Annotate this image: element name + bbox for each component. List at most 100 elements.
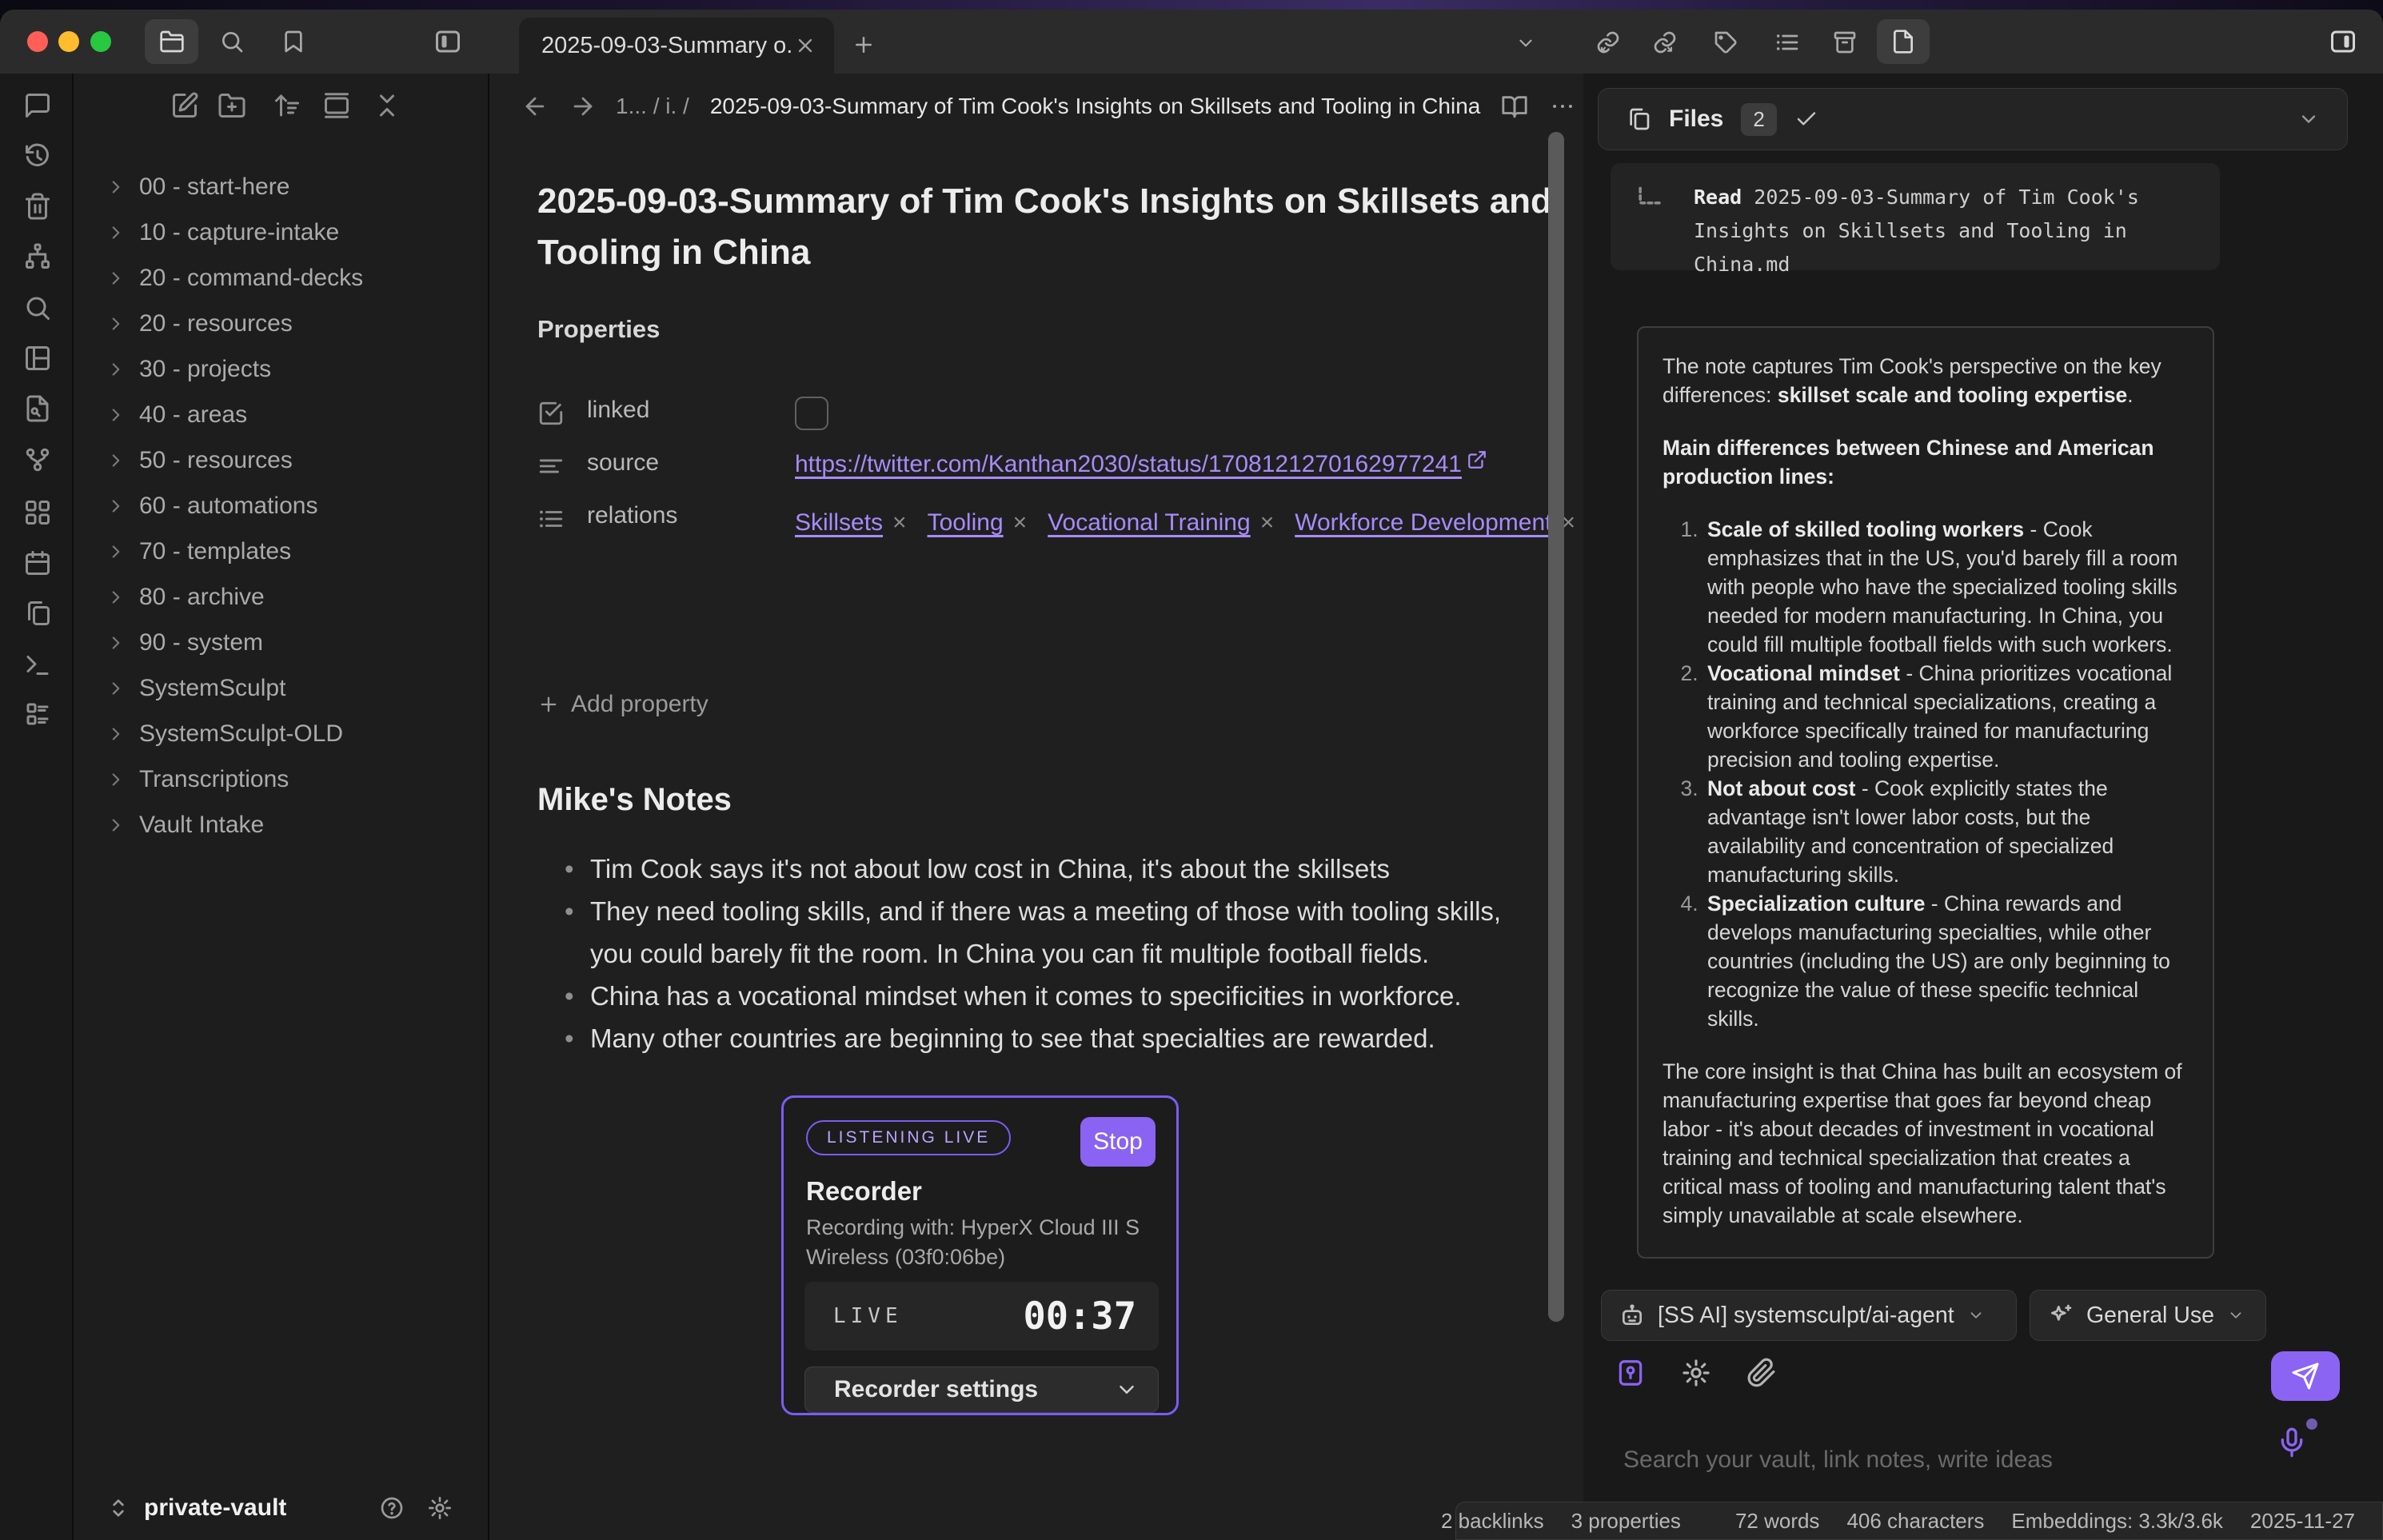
tags-view-button[interactable] — [1710, 27, 1741, 58]
more-options-icon[interactable] — [1549, 93, 1576, 120]
forward-arrow-icon[interactable] — [569, 93, 597, 120]
source-url-link[interactable]: https://twitter.com/Kanthan2030/status/1… — [795, 451, 1462, 477]
search-icon[interactable] — [23, 293, 52, 322]
back-arrow-icon[interactable] — [521, 93, 549, 120]
folder-item[interactable]: 20 - command-decks — [74, 255, 488, 301]
chat-settings-gear-icon[interactable] — [1681, 1358, 1711, 1388]
remove-tag-icon[interactable] — [1013, 509, 1028, 536]
toggle-right-sidebar-button[interactable] — [2325, 26, 2361, 58]
character-count[interactable]: 406 characters — [1846, 1509, 1984, 1534]
files-context-header[interactable]: Files 2 — [1598, 88, 2348, 150]
folder-item[interactable]: Vault Intake — [74, 802, 488, 848]
file-view-button[interactable] — [1877, 19, 1930, 64]
settings-gear-icon[interactable] — [427, 1495, 453, 1521]
bookmarks-button[interactable] — [279, 27, 308, 56]
embeddings-status[interactable]: Embeddings: 3.3k/3.6k — [2011, 1509, 2223, 1534]
text-lines-icon[interactable] — [537, 453, 565, 480]
property-key-linked[interactable]: linked — [587, 397, 795, 424]
properties-count[interactable]: 3 properties — [1571, 1509, 1681, 1534]
new-folder-icon[interactable] — [218, 91, 246, 120]
quick-switcher-button[interactable] — [218, 27, 246, 56]
vault-context-icon[interactable] — [1615, 1358, 1646, 1388]
collapse-all-icon[interactable] — [373, 91, 401, 120]
editor-scrollbar[interactable] — [1548, 132, 1564, 1322]
model-selector-dropdown[interactable]: [SS AI] systemsculpt/ai-agent — [1601, 1290, 2017, 1341]
folder-item[interactable]: 30 - projects — [74, 346, 488, 392]
backlinks-count[interactable]: 2 backlinks — [1441, 1509, 1544, 1534]
auto-reveal-icon[interactable] — [322, 91, 351, 120]
toggle-left-sidebar-button[interactable] — [145, 19, 198, 64]
relation-tag-link[interactable]: Tooling — [928, 509, 1004, 536]
copies-icon[interactable] — [23, 599, 52, 628]
tab-list-dropdown[interactable] — [1513, 30, 1539, 56]
stop-recording-button[interactable]: Stop — [1080, 1117, 1156, 1167]
note-bullet[interactable]: Tim Cook says it's not about low cost in… — [561, 848, 1521, 890]
folder-item[interactable]: 60 - automations — [74, 483, 488, 529]
date-indicator[interactable]: 2025-11-27 — [2250, 1509, 2355, 1534]
file-search-icon[interactable] — [23, 394, 52, 423]
folder-item[interactable]: 90 - system — [74, 620, 488, 665]
send-message-button[interactable] — [2271, 1351, 2340, 1401]
table-layout-icon[interactable] — [23, 344, 52, 373]
note-bullet[interactable]: They need tooling skills, and if there w… — [561, 890, 1521, 975]
outgoing-links-button[interactable] — [1650, 27, 1680, 58]
close-window-button[interactable] — [27, 31, 48, 52]
note-bullet[interactable]: China has a vocational mindset when it c… — [561, 975, 1521, 1017]
minimize-window-button[interactable] — [58, 31, 79, 52]
calendar-icon[interactable] — [23, 549, 52, 577]
outline-view-button[interactable] — [1772, 27, 1802, 58]
folder-item[interactable]: Transcriptions — [74, 756, 488, 802]
paperclip-icon[interactable] — [1746, 1358, 1777, 1388]
word-count[interactable]: 72 words — [1735, 1509, 1820, 1534]
note-bullet[interactable]: Many other countries are beginning to se… — [561, 1017, 1521, 1059]
folder-item[interactable]: SystemSculpt-OLD — [74, 711, 488, 756]
breadcrumb-path[interactable]: 1... / i. / — [616, 94, 689, 119]
linked-checkbox[interactable] — [795, 397, 828, 430]
folder-item[interactable]: 10 - capture-intake — [74, 209, 488, 255]
archive-view-button[interactable] — [1830, 27, 1860, 58]
folder-item[interactable]: SystemSculpt — [74, 665, 488, 711]
vault-switcher[interactable]: private-vault — [74, 1482, 488, 1540]
collapse-left-panel-button[interactable] — [432, 26, 464, 58]
sort-icon[interactable] — [273, 91, 301, 120]
recorder-settings-dropdown[interactable]: Recorder settings — [804, 1366, 1159, 1413]
checklist-icon[interactable] — [23, 700, 52, 728]
folder-item[interactable]: 80 - archive — [74, 574, 488, 620]
relation-tag-link[interactable]: Vocational Training — [1048, 509, 1251, 536]
add-property-button[interactable]: Add property — [537, 691, 709, 718]
voice-input-button[interactable] — [2276, 1423, 2311, 1468]
preset-selector-dropdown[interactable]: General Use — [2030, 1290, 2266, 1341]
chat-input[interactable] — [1623, 1436, 2231, 1484]
folder-item[interactable]: 00 - start-here — [74, 164, 488, 209]
remove-tag-icon[interactable] — [1260, 509, 1275, 536]
backlinks-view-button[interactable] — [1593, 27, 1623, 58]
external-link-icon[interactable] — [1467, 449, 1487, 470]
check-square-icon[interactable] — [537, 400, 565, 427]
history-icon[interactable] — [23, 142, 52, 170]
folder-item[interactable]: 70 - templates — [74, 529, 488, 574]
workflow-icon[interactable] — [23, 242, 52, 271]
terminal-icon[interactable] — [23, 651, 52, 680]
relation-tag-link[interactable]: Skillsets — [795, 509, 883, 536]
tab-close-icon[interactable] — [794, 34, 816, 57]
tool-call-read-file[interactable]: Read 2025-09-03-Summary of Tim Cook's In… — [1611, 163, 2220, 270]
folder-item[interactable]: 20 - resources — [74, 301, 488, 346]
property-key-relations[interactable]: relations — [587, 502, 795, 529]
property-key-source[interactable]: source — [587, 449, 795, 477]
zoom-window-button[interactable] — [90, 31, 111, 52]
tab-active-note[interactable]: 2025-09-03-Summary o... — [519, 18, 834, 74]
list-icon[interactable] — [537, 505, 565, 533]
breadcrumb-current[interactable]: 2025-09-03-Summary of Tim Cook's Insight… — [710, 94, 1481, 119]
folder-item[interactable]: 40 - areas — [74, 392, 488, 437]
relation-tag-link[interactable]: Workforce Development — [1295, 509, 1551, 536]
remove-tag-icon[interactable] — [892, 509, 907, 536]
reading-view-icon[interactable] — [1501, 93, 1528, 120]
new-tab-button[interactable] — [849, 30, 878, 59]
comments-icon[interactable] — [23, 91, 52, 120]
dashboard-grid-icon[interactable] — [23, 498, 52, 527]
folder-item[interactable]: 50 - resources — [74, 437, 488, 483]
new-note-icon[interactable] — [170, 91, 199, 120]
trash-icon[interactable] — [23, 192, 52, 221]
chevron-down-icon[interactable] — [2297, 108, 2320, 130]
help-icon[interactable] — [379, 1495, 405, 1521]
